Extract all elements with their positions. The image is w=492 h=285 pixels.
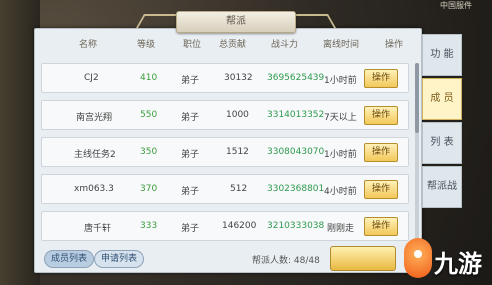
header-level: 等级 [137, 40, 156, 50]
bottom-action-button[interactable] [330, 246, 396, 271]
top-hint-text: 中国服件 [440, 1, 472, 10]
table-row: xm063.3 370 弟子 512 3302368801 4小时前 操作 [41, 174, 409, 204]
member-level: 370 [140, 184, 158, 194]
operate-button[interactable]: 操作 [364, 143, 398, 162]
operate-button[interactable]: 操作 [364, 106, 398, 125]
member-name: 主线任务2 [74, 150, 116, 160]
tab-member-list[interactable]: 成员列表 [44, 250, 95, 268]
table-row: 主线任务2 350 弟子 1512 3308043070 1小时前 操作 [41, 137, 409, 167]
header-name: 名称 [79, 40, 98, 50]
header-position: 职位 [183, 40, 202, 50]
logo-eye-icon [414, 250, 422, 258]
member-position: 弟子 [181, 76, 200, 86]
member-contribution: 1000 [226, 110, 249, 120]
member-position: 弟子 [181, 224, 200, 234]
member-power: 3302368801 [267, 184, 325, 194]
member-position: 弟子 [181, 187, 200, 197]
header-power: 战斗力 [271, 40, 299, 50]
operate-button[interactable]: 操作 [364, 69, 398, 88]
member-power: 3308043070 [267, 147, 325, 157]
member-name: CJ2 [84, 73, 99, 83]
member-level: 333 [140, 221, 158, 231]
header-offline: 离线时间 [323, 40, 360, 50]
window-title: 帮派 [176, 11, 296, 33]
member-offline: 1小时前 [324, 76, 357, 86]
member-offline: 7天以上 [324, 113, 357, 123]
operate-button[interactable]: 操作 [364, 180, 398, 199]
tab-application-list[interactable]: 申请列表 [94, 250, 145, 268]
operate-button[interactable]: 操作 [364, 217, 398, 236]
watermark-logo: 九游 [404, 234, 492, 285]
member-level: 550 [140, 110, 158, 120]
table-row: CJ2 410 弟子 30132 3695625439 1小时前 操作 [41, 63, 409, 93]
member-list[interactable]: CJ2 410 弟子 30132 3695625439 1小时前 操作 南宫光翔… [41, 63, 409, 261]
fox-logo-icon [404, 238, 432, 278]
member-power: 3210333038 [267, 221, 325, 231]
member-contribution: 1512 [226, 147, 249, 157]
member-contribution: 146200 [222, 221, 257, 231]
header-contribution: 总贡献 [219, 40, 247, 50]
table-header: 名称 等级 职位 总贡献 战斗力 离线时间 操作 [35, 37, 423, 53]
member-offline: 刚刚走 [327, 224, 355, 234]
member-contribution: 512 [230, 184, 248, 194]
member-level: 350 [140, 147, 158, 157]
member-offline: 1小时前 [324, 150, 357, 160]
member-name: xm063.3 [74, 184, 114, 194]
title-ornament-right [291, 14, 337, 28]
member-level: 410 [140, 73, 158, 83]
member-name: 南宫光翔 [76, 113, 113, 123]
table-row: 南宫光翔 550 弟子 1000 3314013352 7天以上 操作 [41, 100, 409, 130]
member-power: 3314013352 [267, 110, 325, 120]
header-action: 操作 [385, 40, 404, 50]
side-tab-members[interactable]: 成 员 [422, 78, 462, 120]
list-scrollbar[interactable] [415, 63, 419, 253]
scroll-thumb[interactable] [415, 63, 419, 133]
bottom-bar: 成员列表 申请列表 帮派人数: 48/48 [34, 245, 422, 273]
side-tabs: 功 能 成 员 列 表 帮派战 [422, 34, 462, 210]
member-offline: 4小时前 [324, 187, 357, 197]
member-count: 帮派人数: 48/48 [252, 256, 320, 266]
member-position: 弟子 [181, 150, 200, 160]
member-position: 弟子 [181, 113, 200, 123]
member-power: 3695625439 [267, 73, 325, 83]
watermark-text: 九游 [434, 250, 482, 278]
table-row: 唐千轩 333 弟子 146200 3210333038 刚刚走 操作 [41, 211, 409, 241]
side-tab-guild-war[interactable]: 帮派战 [422, 166, 462, 208]
side-tab-function[interactable]: 功 能 [422, 34, 462, 76]
side-tab-list[interactable]: 列 表 [422, 122, 462, 164]
guild-member-panel: 名称 等级 职位 总贡献 战斗力 离线时间 操作 CJ2 410 弟子 3013… [34, 28, 422, 273]
member-contribution: 30132 [224, 73, 253, 83]
member-name: 唐千轩 [84, 224, 112, 234]
